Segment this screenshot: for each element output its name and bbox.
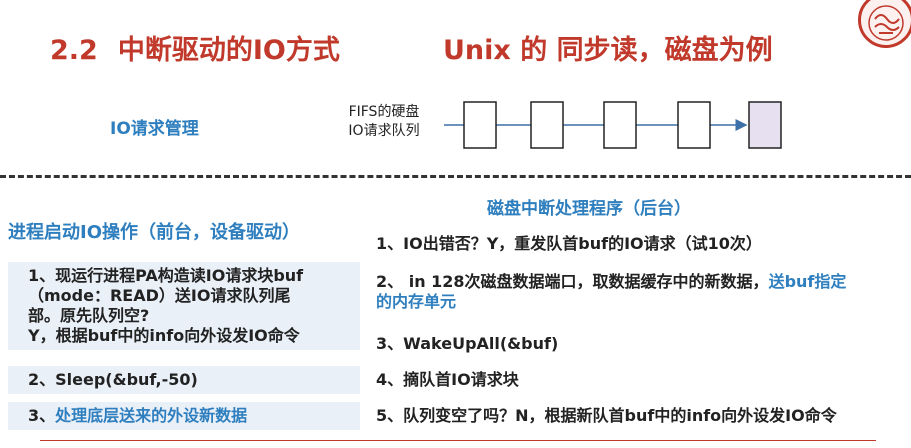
queue-block-3 xyxy=(603,101,637,149)
queue-block-1 xyxy=(463,101,497,149)
bottom-rule xyxy=(40,440,876,441)
right-heading: 磁盘中断处理程序（后台） xyxy=(487,199,691,219)
right-step-2: 2、 in 128次磁盘数据端口，取数据缓存中的新数据，送buf指定 的内存单元 xyxy=(368,268,911,316)
left-step-1-line-4: Y，根据buf中的info向外设发IO命令 xyxy=(28,326,300,345)
io-request-queue-diagram xyxy=(444,101,782,149)
left-step-3-text: 处理底层送来的外设新数据 xyxy=(55,406,248,425)
left-step-1-line-2: （mode：READ）送IO请求队列尾 xyxy=(28,286,291,305)
left-step-2: 2、Sleep(&buf,-50) xyxy=(8,366,360,394)
right-step-5-text: 5、队列变空了吗？N，根据新队首buf中的info向外设发IO命令 xyxy=(376,406,837,425)
right-step-2-highlight-1: 送buf指定 xyxy=(768,272,847,291)
left-step-1: 1、现运行进程PA构造读IO请求块buf （mode：READ）送IO请求队列尾… xyxy=(8,262,360,350)
title-subtitle: Unix 的 同步读，磁盘为例 xyxy=(443,35,773,66)
fifs-queue-label: FIFS的硬盘 IO请求队列 xyxy=(334,103,434,141)
left-step-1-line-1: 1、现运行进程PA构造读IO请求块buf xyxy=(28,266,304,285)
fifs-line-1: FIFS的硬盘 xyxy=(348,104,420,120)
left-step-2-text: 2、Sleep(&buf,-50) xyxy=(28,370,198,389)
left-step-1-line-3: 部。原先队列空? xyxy=(28,306,150,325)
right-step-4: 4、摘队首IO请求块 xyxy=(368,366,911,394)
queue-block-2 xyxy=(530,101,564,149)
section-divider xyxy=(0,175,911,178)
left-heading: 进程启动IO操作（前台，设备驱动） xyxy=(8,222,300,243)
fifs-line-2: IO请求队列 xyxy=(348,123,420,139)
right-step-2-prefix: 2、 in 128次磁盘数据端口，取数据缓存中的新数据， xyxy=(376,272,769,291)
right-step-1-text: 1、IO出错否？Y，重发队首buf的IO请求（试10次） xyxy=(376,234,762,253)
right-step-5: 5、队列变空了吗？N，根据新队首buf中的info向外设发IO命令 xyxy=(368,402,911,430)
section-number: 2.2 xyxy=(50,35,98,66)
university-logo xyxy=(858,0,911,48)
right-step-2-highlight-2: 的内存单元 xyxy=(376,292,457,311)
left-step-3: 3、处理底层送来的外设新数据 xyxy=(8,402,360,430)
left-step-3-prefix: 3、 xyxy=(28,406,56,425)
right-step-3: 3、WakeUpAll(&buf) xyxy=(368,330,911,358)
slide-title: 2.2 中断驱动的IO方式 Unix 的 同步读，磁盘为例 xyxy=(50,28,773,67)
right-step-3-text: 3、WakeUpAll(&buf) xyxy=(376,334,559,353)
title-main: 中断驱动的IO方式 xyxy=(117,35,340,66)
queue-block-4 xyxy=(677,101,711,149)
right-step-4-text: 4、摘队首IO请求块 xyxy=(376,370,519,389)
queue-block-5 xyxy=(748,101,782,149)
right-step-1: 1、IO出错否？Y，重发队首buf的IO请求（试10次） xyxy=(368,230,911,258)
io-management-label: IO请求管理 xyxy=(110,119,199,139)
